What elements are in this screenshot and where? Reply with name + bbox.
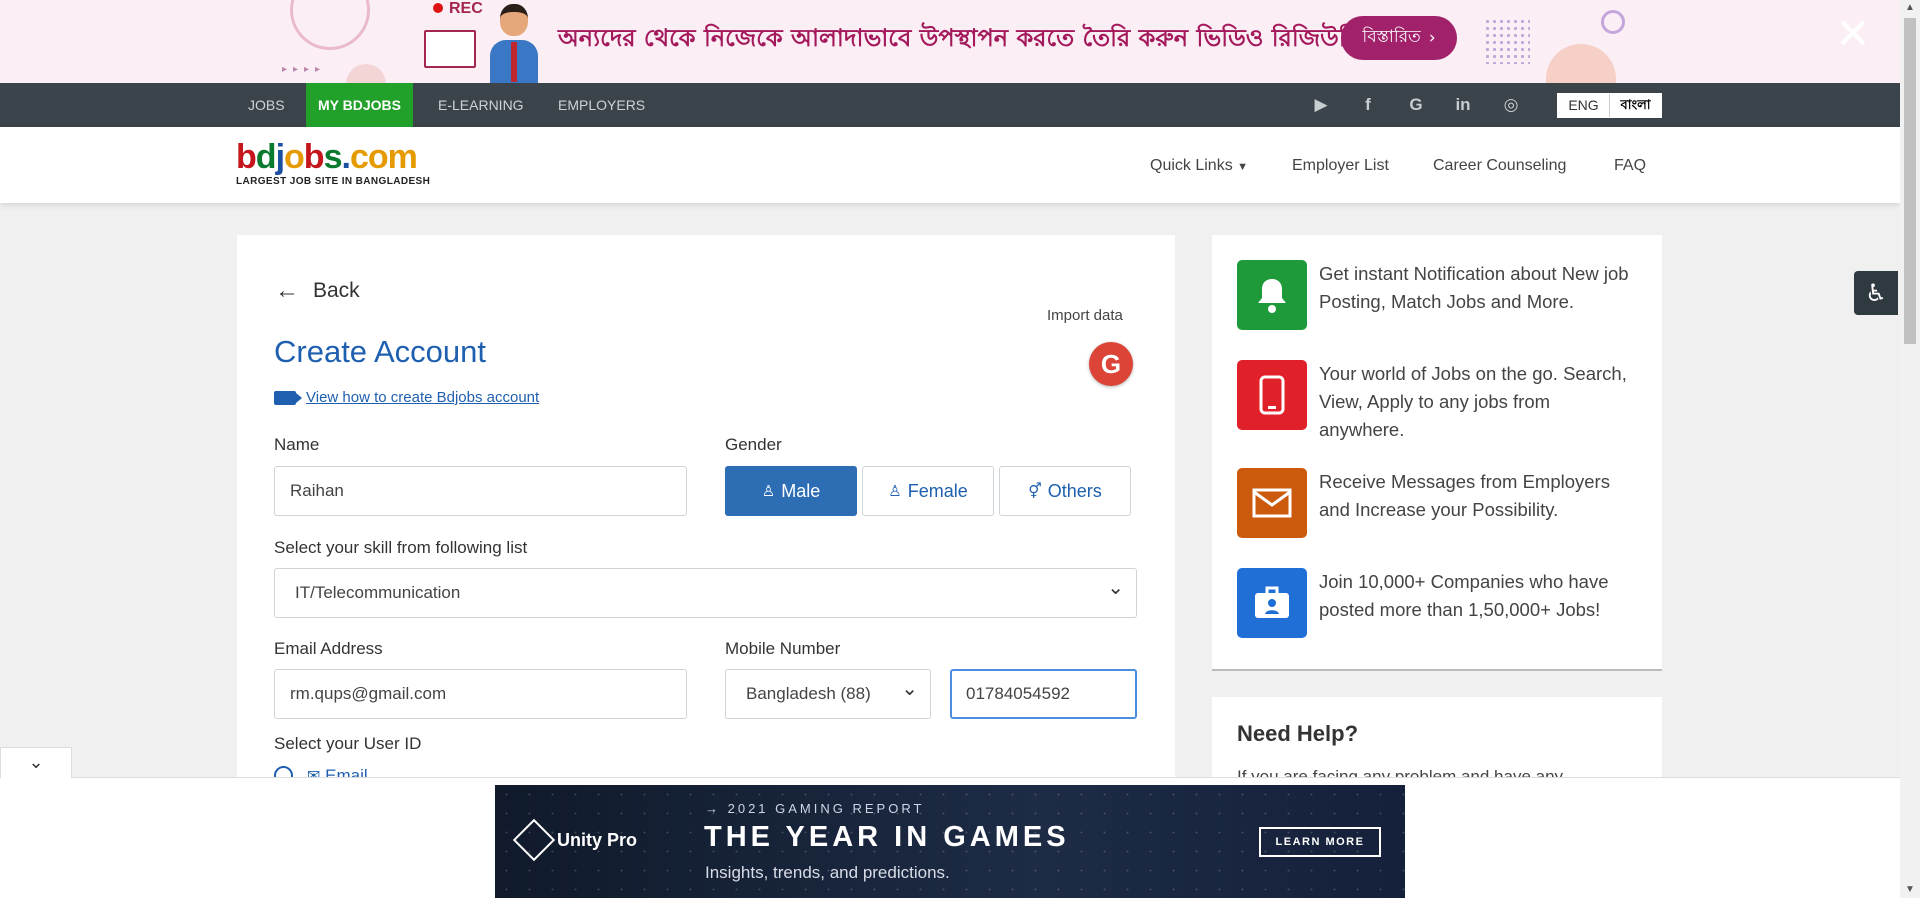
bdjobs-logo[interactable]: bdjobs.com LARGEST JOB SITE IN BANGLADES…	[236, 140, 430, 187]
male-icon: ♙	[761, 483, 776, 500]
person-illustration	[486, 2, 542, 83]
gender-male-button[interactable]: ♙ Male	[725, 466, 857, 516]
nav-e-learning[interactable]: E-LEARNING	[426, 83, 536, 127]
mobile-icon	[1237, 360, 1307, 430]
nav-employers[interactable]: EMPLOYERS	[546, 83, 657, 127]
need-help-title: Need Help?	[1237, 721, 1359, 746]
email-label: Email Address	[274, 639, 383, 658]
name-input[interactable]: Raihan	[274, 466, 687, 516]
ad-kicker: → 2021 GAMING REPORT	[705, 801, 925, 816]
ad-headline: THE YEAR IN GAMES	[704, 821, 1070, 853]
promo-cta-label: বিস্তারিত	[1362, 27, 1421, 47]
mobile-label: Mobile Number	[725, 639, 841, 658]
female-icon: ♙	[888, 483, 902, 500]
skill-selected-value: IT/Telecommunication	[295, 583, 461, 602]
quick-links-label: Quick Links	[1150, 157, 1233, 174]
linkedin-icon[interactable]: in	[1452, 94, 1474, 116]
close-banner-icon[interactable]: ✕	[1832, 13, 1874, 56]
gender-male-label: Male	[781, 480, 821, 501]
feature-messages-text: Receive Messages from Employers and Incr…	[1319, 471, 1610, 520]
gender-others-label: Others	[1047, 480, 1102, 501]
scroll-up-icon[interactable]: ▲	[1905, 2, 1915, 13]
skill-select[interactable]: IT/Telecommunication	[274, 564, 1137, 618]
page-title: Create Account	[274, 334, 486, 369]
scroll-thumb[interactable]	[1904, 18, 1916, 344]
logo-tagline: LARGEST JOB SITE IN BANGLADESH	[236, 176, 431, 187]
howto-link-text[interactable]: View how to create Bdjobs account	[306, 389, 539, 406]
logo-wordmark: bdjobs.com	[236, 138, 418, 176]
ad-learn-more-button[interactable]: LEARN MORE	[1259, 827, 1381, 857]
chevron-down-icon[interactable]: ⌄	[0, 747, 72, 778]
video-camera-icon	[274, 390, 302, 405]
howto-video-link[interactable]: View how to create Bdjobs account	[274, 389, 539, 406]
promo-banner[interactable]: ▸▸▸▸ REC অন্যদের থেকে নিজেকে আলাদাভাবে উ…	[0, 0, 1900, 83]
bell-icon	[1237, 260, 1307, 330]
unity-logo-icon	[512, 818, 556, 862]
decor-dots	[1484, 18, 1530, 64]
decor-blob	[346, 64, 386, 83]
instagram-icon[interactable]: ◎	[1500, 94, 1522, 116]
mail-icon	[1237, 468, 1307, 538]
feature-notification-text: Get instant Notification about New job P…	[1319, 263, 1629, 312]
benefits-panel: Get instant Notification about New job P…	[1212, 235, 1662, 671]
id-badge-icon	[1237, 568, 1307, 638]
quick-links-dropdown[interactable]: Quick Links ▼	[1150, 157, 1248, 175]
facebook-icon[interactable]: f	[1357, 94, 1379, 116]
site-header: bdjobs.com LARGEST JOB SITE IN BANGLADES…	[0, 127, 1900, 203]
lang-eng[interactable]: ENG	[1558, 94, 1609, 117]
career-counseling-link[interactable]: Career Counseling	[1433, 157, 1566, 175]
google-import-button[interactable]: G	[1089, 342, 1133, 386]
mobile-number-input[interactable]: 01784054592	[950, 669, 1137, 719]
gender-female-label: Female	[907, 480, 968, 501]
accessibility-icon[interactable]: ♿	[1854, 271, 1898, 315]
decor-ring	[1601, 10, 1625, 34]
back-button[interactable]: ← Back	[275, 277, 360, 305]
lang-bangla[interactable]: বাংলা	[1609, 94, 1661, 117]
others-gender-icon: ⚥	[1028, 483, 1042, 500]
caret-down-icon: ▼	[1237, 161, 1249, 173]
country-code-select[interactable]: Bangladesh (88)	[725, 665, 931, 719]
decor-arrows: ▸▸▸▸	[282, 64, 327, 75]
gender-female-button[interactable]: ♙ Female	[862, 466, 994, 516]
promo-details-button[interactable]: বিস্তারিত ›	[1341, 16, 1457, 60]
name-label: Name	[274, 435, 320, 454]
gender-others-button[interactable]: ⚥ Others	[999, 466, 1131, 516]
userid-label: Select your User ID	[274, 734, 422, 753]
back-label: Back	[313, 279, 360, 302]
faq-link[interactable]: FAQ	[1614, 157, 1646, 175]
gender-label: Gender	[725, 435, 782, 454]
feature-mobile-text: Your world of Jobs on the go. Search, Vi…	[1319, 363, 1627, 440]
nav-jobs[interactable]: JOBS	[236, 83, 297, 127]
unity-brand-text: Unity Pro	[557, 829, 638, 850]
google-icon[interactable]: G	[1405, 94, 1427, 116]
page-scrollbar[interactable]: ▲ ▼	[1900, 0, 1920, 898]
skill-label: Select your skill from following list	[274, 538, 528, 557]
country-code-value: Bangladesh (88)	[746, 684, 871, 703]
feature-companies-text: Join 10,000+ Companies who have posted m…	[1319, 571, 1609, 620]
email-input[interactable]: rm.qups@gmail.com	[274, 669, 687, 719]
decor-blob-right	[1546, 44, 1616, 83]
rec-label: REC	[433, 0, 483, 18]
employer-list-link[interactable]: Employer List	[1292, 157, 1389, 175]
ad-subtext: Insights, trends, and predictions.	[705, 863, 950, 882]
unity-ad[interactable]: Unity Pro → 2021 GAMING REPORT THE YEAR …	[495, 785, 1405, 898]
youtube-icon[interactable]: ▶	[1310, 94, 1332, 116]
unity-brand: Unity Pro	[512, 818, 638, 862]
decor-circle	[290, 0, 370, 50]
monitor-icon	[424, 30, 476, 68]
promo-headline: অন্যদের থেকে নিজেকে আলাদাভাবে উপস্থাপন ক…	[558, 24, 1368, 52]
import-data-label: Import data	[1047, 307, 1123, 324]
chevron-right-icon: ›	[1428, 28, 1436, 48]
language-switch[interactable]: ENG বাংলা	[1557, 93, 1662, 118]
scroll-down-icon[interactable]: ▼	[1905, 884, 1915, 895]
arrow-left-icon: ←	[275, 277, 299, 304]
nav-my-bdjobs[interactable]: MY BDJOBS	[306, 83, 413, 127]
